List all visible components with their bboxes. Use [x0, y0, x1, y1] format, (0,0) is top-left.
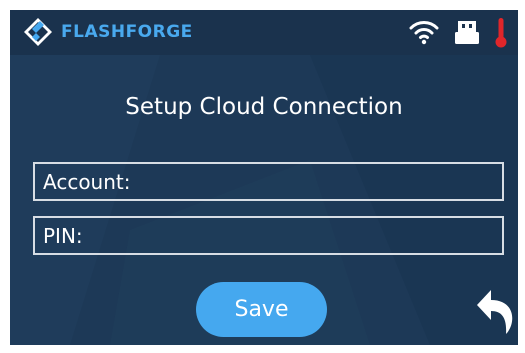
back-arrow-icon[interactable]	[476, 288, 516, 336]
flashforge-logo-icon	[24, 18, 52, 46]
thermometer-icon	[495, 18, 507, 48]
header-bar: FLASHFORGE	[10, 10, 518, 55]
pin-field[interactable]: PIN:	[33, 216, 504, 255]
brand-logo: FLASHFORGE	[23, 17, 192, 47]
page-title: Setup Cloud Connection	[125, 94, 403, 120]
wifi-icon	[409, 21, 439, 45]
usb-drive-icon	[455, 21, 479, 44]
brand-name: FLASHFORGE	[61, 22, 193, 42]
account-label: Account:	[43, 170, 131, 194]
save-button[interactable]: Save	[196, 282, 327, 337]
account-field[interactable]: Account:	[33, 162, 504, 201]
printer-screen: FLASHFORGE Setup Cloud Connection Accoun…	[10, 10, 518, 345]
pin-label: PIN:	[43, 224, 83, 248]
